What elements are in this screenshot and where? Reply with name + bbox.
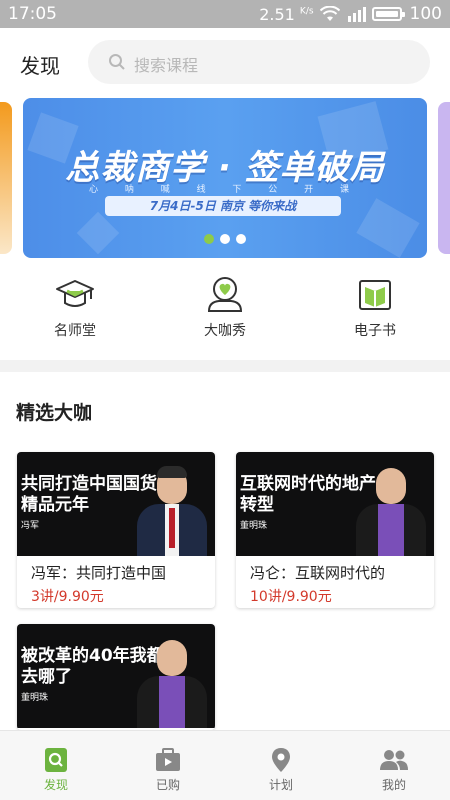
tab-label: 计划 [268,778,293,792]
category-label: 电子书 [354,323,396,339]
tab-plan[interactable]: 计划 [225,731,337,800]
tab-label: 已购 [155,778,180,792]
tab-discover[interactable]: 发现 [0,731,112,800]
course-price: 3讲/9.90元 [31,589,104,605]
carousel-dot-2[interactable] [220,234,230,244]
tab-purchased[interactable]: 已购 [112,731,224,800]
battery-icon [371,7,405,21]
network-speed: 2.51 K/s [259,4,314,24]
status-right: 2.51 K/s 100 [259,4,442,24]
category-label: 大咖秀 [204,323,246,339]
open-book-icon [359,280,391,310]
location-pin-icon [272,748,290,772]
speaker-portrait [137,632,207,728]
tab-mine[interactable]: 我的 [338,731,450,800]
purchased-icon [156,748,180,771]
heart-person-icon [207,277,243,312]
carousel-dots [23,234,427,244]
search-placeholder: 搜索课程 [134,56,199,75]
tab-label: 我的 [381,778,406,792]
category-famous-teachers[interactable]: 名师堂 [15,276,135,340]
banner-decoration [356,198,420,258]
speed-unit: K/s [299,6,314,17]
course-price: 10讲/9.90元 [250,589,332,605]
thumbnail-speaker: 董明珠 [240,521,268,531]
thumbnail-speaker: 冯军 [21,521,40,531]
banner-date-pill: 7月4日-5日 南京 等你来战 [105,196,341,216]
carousel-dot-1[interactable] [204,234,214,244]
header: 发现 搜索课程 [0,28,450,98]
wifi-icon [319,6,340,21]
course-thumbnail: 被改革的40年我都去哪了 董明珠 [17,624,215,728]
category-label: 名师堂 [54,323,96,339]
status-bar: 17:05 2.51 K/s 100 [0,0,450,28]
page-title: 发现 [20,54,60,78]
graduation-cap-icon [56,280,94,307]
course-title: 冯仑：互联网时代的 [250,564,386,582]
people-icon [380,750,408,770]
section-divider [0,360,450,372]
banner-decoration [76,211,120,255]
banner-prev-peek[interactable] [0,102,12,254]
battery-level: 100 [409,4,442,24]
category-big-shots[interactable]: 大咖秀 [165,276,285,340]
speaker-portrait [356,460,426,556]
status-time: 17:05 [8,4,57,24]
thumbnail-speaker: 董明珠 [21,693,49,703]
course-card[interactable]: 被改革的40年我都去哪了 董明珠 [17,624,215,730]
tab-label: 发现 [43,778,68,792]
course-card[interactable]: 共同打造中国国货精品元年 冯军 冯军：共同打造中国 3讲/9.90元 [17,452,215,608]
category-row: 名师堂 大咖秀 电子书 [0,276,450,348]
speaker-portrait [137,460,207,556]
banner-subline: 心 呐 喊 线 下 公 开 课 [88,185,362,195]
course-thumbnail: 互联网时代的地产转型 董明珠 [236,452,434,556]
course-card[interactable]: 互联网时代的地产转型 董明珠 冯仑：互联网时代的 10讲/9.90元 [236,452,434,608]
banner-next-peek[interactable] [438,102,450,254]
course-title: 冯军：共同打造中国 [31,564,167,582]
search-icon [109,54,125,70]
category-ebooks[interactable]: 电子书 [315,276,435,340]
carousel-dot-3[interactable] [236,234,246,244]
section-title: 精选大咖 [16,402,93,424]
search-input[interactable]: 搜索课程 [88,40,430,84]
banner-slide[interactable]: 总裁商学 · 签单破局 心 呐 喊 线 下 公 开 课 7月4日-5日 南京 等… [23,98,427,258]
discover-icon [45,748,67,772]
course-thumbnail: 共同打造中国国货精品元年 冯军 [17,452,215,556]
signal-icon [347,7,366,22]
bottom-tab-bar: 发现 已购 计划 我的 [0,730,450,800]
